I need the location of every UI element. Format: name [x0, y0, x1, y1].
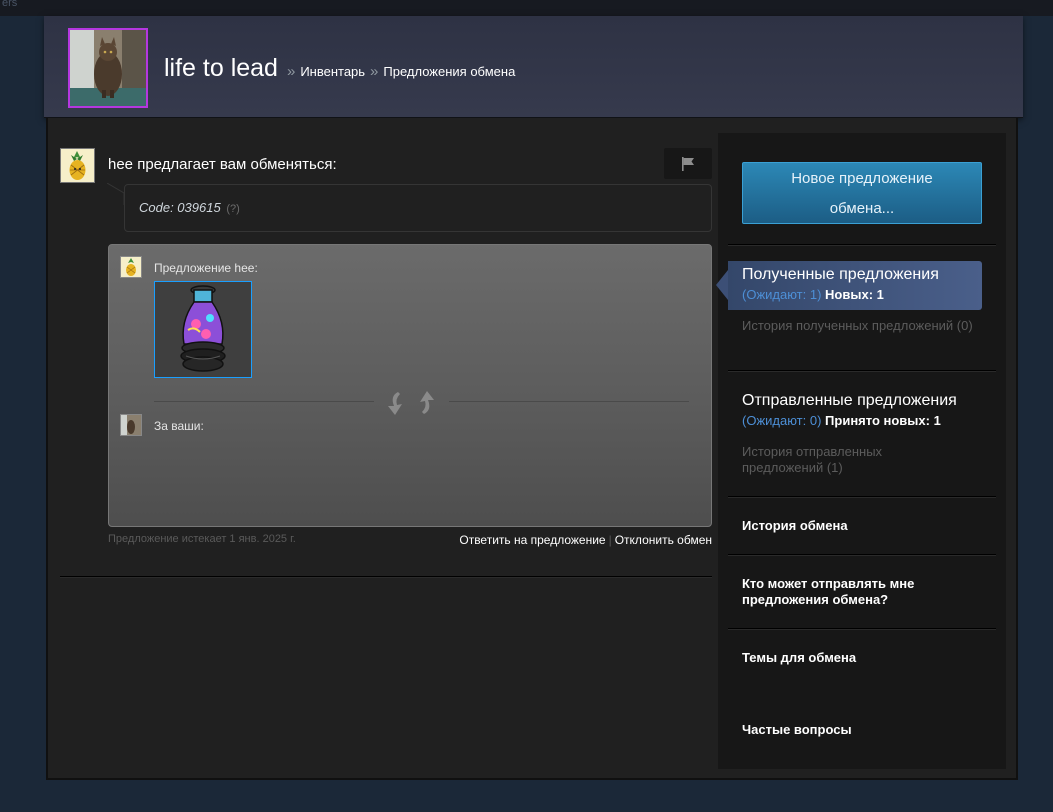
sidebar-divider — [728, 370, 996, 371]
actions-separator: | — [608, 533, 612, 547]
trade-divider-right — [449, 401, 689, 402]
sidebar-divider — [728, 496, 996, 497]
partner-avatar[interactable] — [60, 148, 95, 183]
received-offers-title: Полученные предложения — [742, 266, 939, 283]
sidebar-item-who-can-send[interactable]: Кто может отправлять мне предложения обм… — [742, 576, 942, 608]
sent-offers-title[interactable]: Отправленные предложения — [742, 392, 957, 410]
arrow-up-icon — [420, 391, 434, 414]
offer-actions: Ответить на предложение | Отклонить обмен — [459, 533, 712, 547]
report-flag-button[interactable] — [664, 148, 712, 179]
flag-icon — [682, 156, 694, 171]
offer-title: hee предлагает вам обменяться: — [108, 156, 337, 173]
received-new-count: Новых: 1 — [825, 287, 884, 302]
header-title-row: life to lead » Инвентарь » Предложения о… — [164, 54, 515, 83]
profile-header: life to lead » Инвентарь » Предложения о… — [44, 16, 1023, 118]
trade-arrows-icon — [381, 387, 441, 419]
vase-item-icon — [180, 284, 226, 372]
sidebar-divider — [728, 628, 996, 629]
quote-tail — [107, 183, 125, 205]
received-pending-count: (Ожидают: 1) — [742, 287, 822, 302]
breadcrumb-separator: » — [286, 63, 296, 80]
active-item-arrow — [716, 270, 728, 300]
sent-accepted-count: Принято новых: 1 — [825, 413, 941, 428]
sidebar-divider — [728, 554, 996, 555]
received-offers-history-link[interactable]: История полученных предложений (0) — [742, 318, 982, 334]
offer-bottom-rule — [60, 576, 712, 577]
breadcrumb-trade-offers[interactable]: Предложения обмена — [383, 64, 515, 79]
new-offer-label-line1: Новое предложение — [791, 170, 933, 187]
sidebar-divider — [728, 244, 996, 245]
sent-offers-history-link[interactable]: История отправленных предложений (1) — [742, 444, 942, 476]
sidebar-item-trade-history[interactable]: История обмена — [742, 518, 982, 534]
cat-avatar-image — [70, 30, 146, 106]
sidebar-item-trade-topics[interactable]: Темы для обмена — [742, 650, 982, 666]
offer-expiration: Предложение истекает 1 янв. 2025 г. — [108, 533, 296, 545]
trade-item-slot[interactable] — [154, 281, 252, 378]
your-offer-label: За ваши: — [154, 419, 204, 433]
message-text: Code: 039615 — [139, 200, 221, 215]
your-small-avatar — [120, 414, 142, 436]
respond-offer-link[interactable]: Ответить на предложение — [459, 533, 605, 547]
new-offer-label-line2: обмена... — [829, 200, 895, 217]
decline-offer-link[interactable]: Отклонить обмен — [615, 533, 712, 547]
partner-message-box: Code: 039615 (?) — [124, 184, 712, 232]
sent-pending-count: (Ожидают: 0) — [742, 413, 822, 428]
received-offers-counts: (Ожидают: 1) Новых: 1 — [742, 287, 884, 302]
profile-avatar[interactable] — [68, 28, 148, 108]
trade-items-box: Предложение hee: За ваши: — [108, 244, 712, 527]
sent-offers-counts: (Ожидают: 0) Принято новых: 1 — [742, 413, 941, 428]
offer-footer: Предложение истекает 1 янв. 2025 г. Отве… — [108, 533, 712, 547]
top-navbar: ers — [0, 0, 1053, 16]
pineapple-avatar-image — [61, 149, 94, 182]
sidebar-item-faq[interactable]: Частые вопросы — [742, 722, 982, 738]
partner-small-avatar — [120, 256, 142, 278]
breadcrumb-inventory[interactable]: Инвентарь — [300, 64, 365, 79]
persona-name[interactable]: life to lead — [164, 54, 278, 83]
pineapple-icon — [126, 258, 136, 276]
arrow-down-icon — [388, 392, 402, 415]
partner-message: Code: 039615 (?) — [139, 200, 240, 215]
partner-offer-label: Предложение hee: — [154, 261, 258, 275]
cat-icon — [121, 415, 141, 435]
trade-divider-left — [154, 401, 374, 402]
new-trade-offer-button[interactable]: Новое предложение обмена... — [742, 162, 982, 224]
breadcrumb-separator: » — [370, 63, 379, 80]
message-help-link[interactable]: (?) — [226, 203, 239, 215]
topbar-text: ers — [2, 0, 18, 9]
